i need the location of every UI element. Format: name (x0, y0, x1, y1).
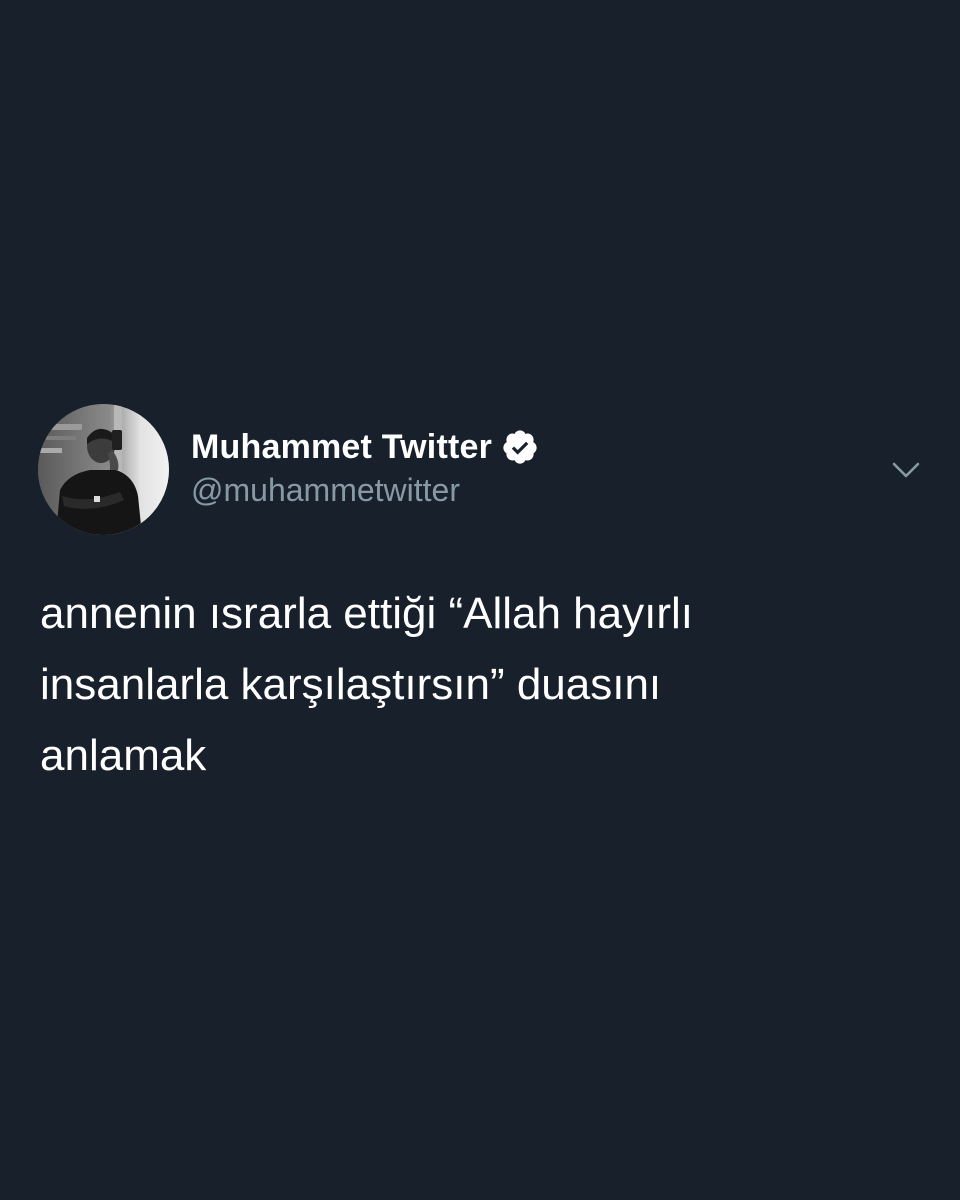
tweet-text-line: anlamak (40, 731, 207, 780)
tweet-text: annenin ısrarla ettiği “Allah hayırlı in… (40, 578, 920, 791)
tweet-card: Muhammet Twitter @muhammetwitter annenin… (0, 0, 960, 1200)
tweet-text-line: annenin ısrarla ettiği “Allah hayırlı (40, 589, 693, 638)
author-name-row: Muhammet Twitter (191, 424, 539, 470)
author-handle[interactable]: @muhammetwitter (191, 472, 460, 509)
tweet-text-line: insanlarla karşılaştırsın” duasını (40, 660, 662, 709)
verified-badge-icon (501, 428, 539, 466)
avatar[interactable] (38, 404, 169, 535)
chevron-down-icon[interactable] (886, 452, 926, 488)
avatar-photo (38, 404, 169, 535)
display-name[interactable]: Muhammet Twitter (191, 428, 492, 467)
